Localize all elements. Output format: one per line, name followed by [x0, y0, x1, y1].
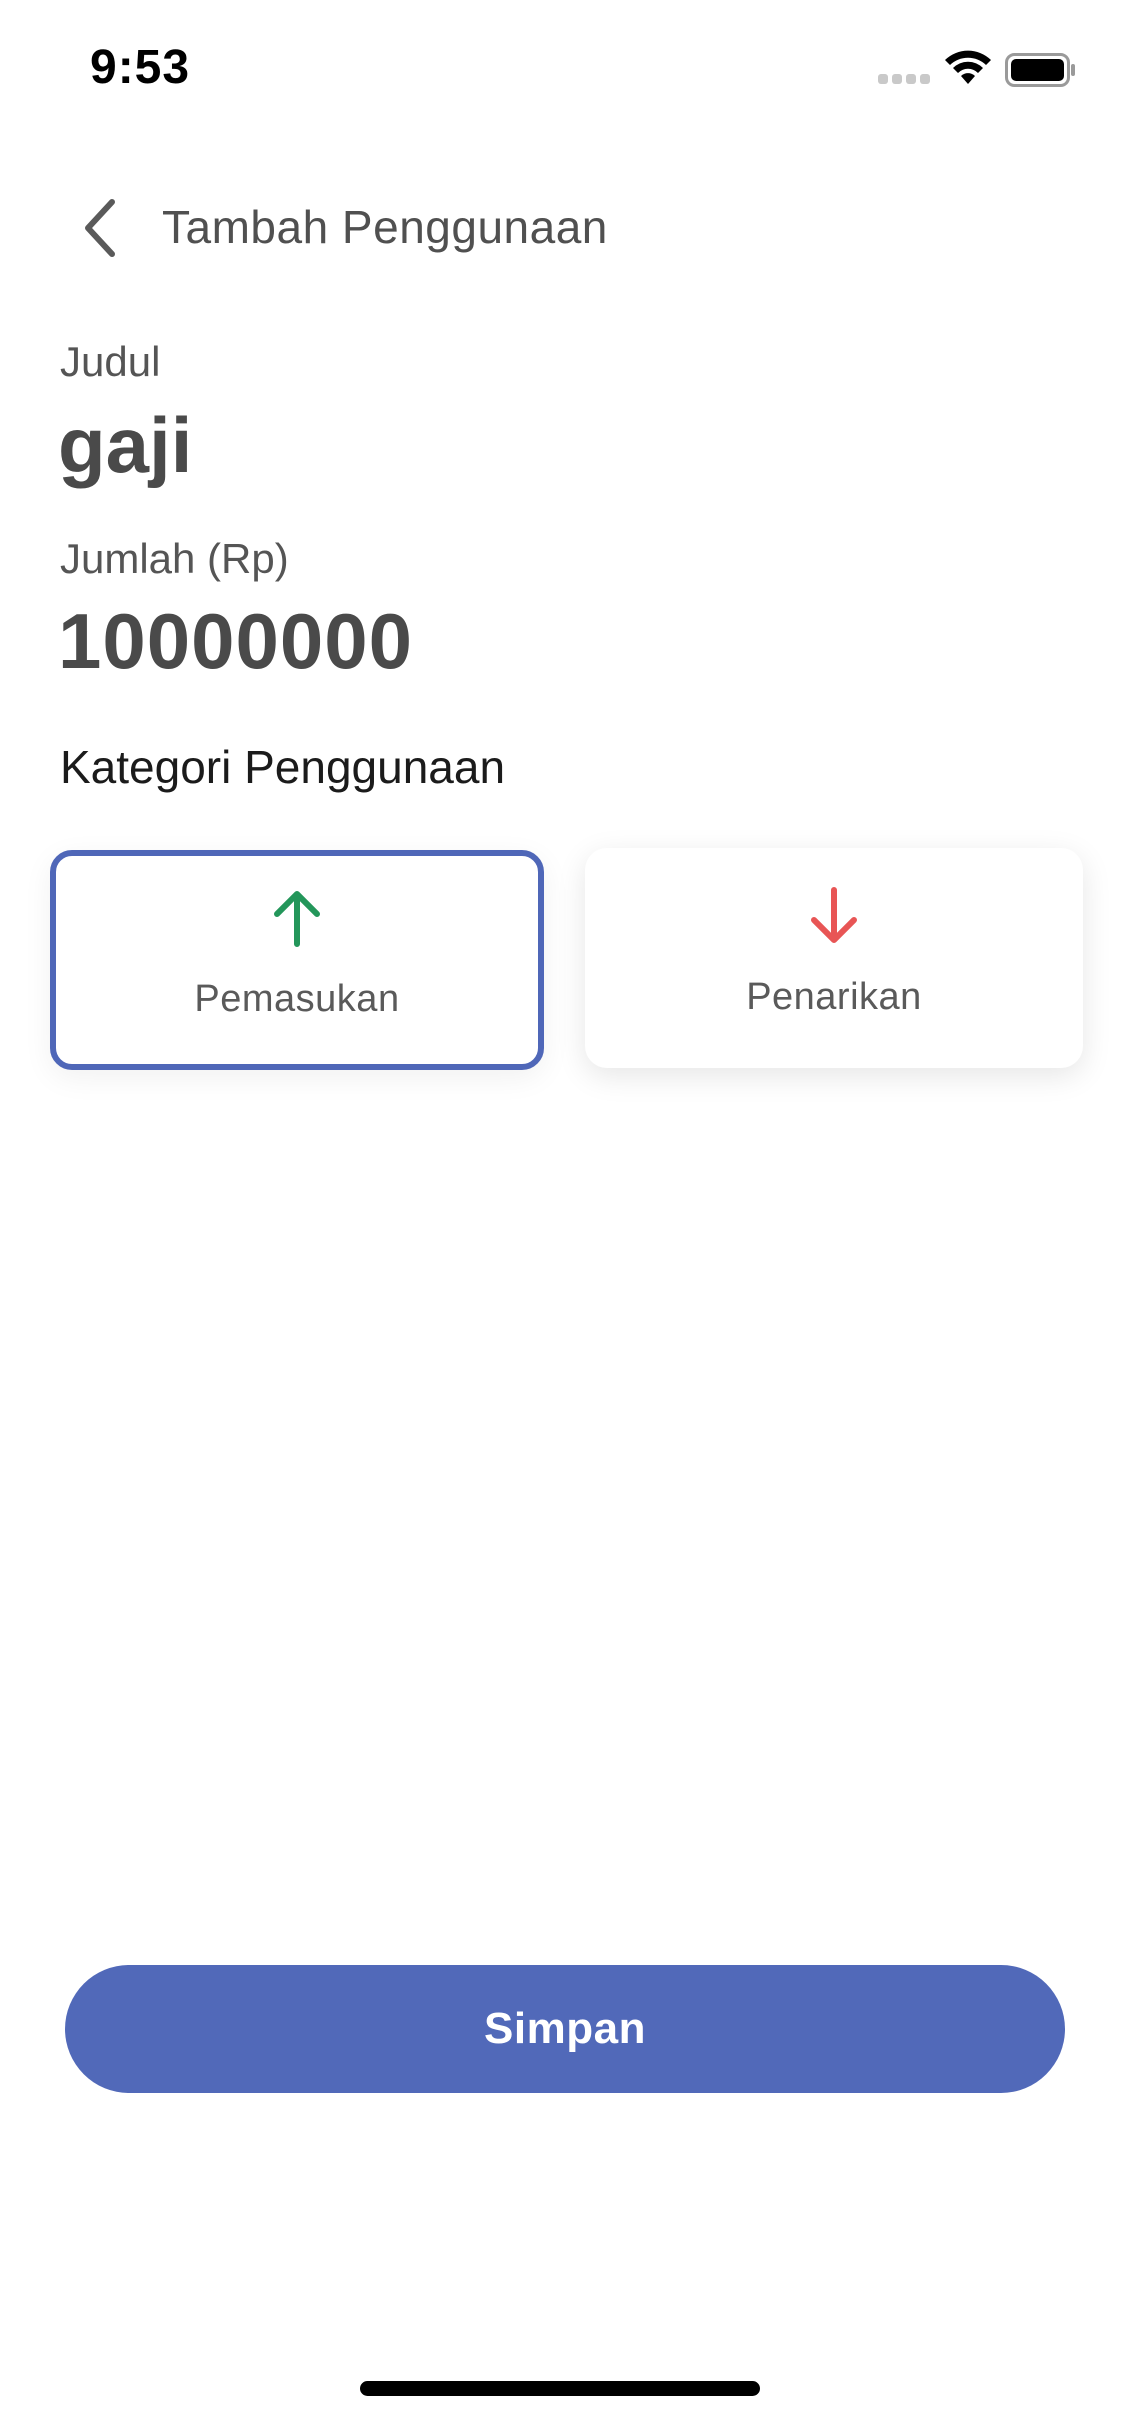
- category-option-penarikan[interactable]: Penarikan: [585, 848, 1083, 1068]
- screen: 9:53 Tambah Penggunaan Judul gaji Jumlah…: [0, 0, 1125, 2436]
- category-option-pemasukan[interactable]: Pemasukan: [50, 850, 544, 1070]
- chevron-left-icon[interactable]: [78, 196, 126, 260]
- jumlah-field[interactable]: 10000000: [58, 596, 413, 687]
- page-title: Tambah Penggunaan: [162, 201, 608, 253]
- home-indicator: [360, 2381, 760, 2396]
- judul-label: Judul: [60, 338, 161, 385]
- judul-field[interactable]: gaji: [58, 400, 192, 491]
- signal-dots-icon: [878, 74, 930, 84]
- arrow-up-icon: [274, 891, 320, 947]
- jumlah-label: Jumlah (Rp): [60, 535, 289, 582]
- wifi-icon: [945, 50, 991, 84]
- header: Tambah Penggunaan: [0, 180, 1125, 270]
- category-label-pemasukan: Pemasukan: [194, 978, 400, 1020]
- kategori-title: Kategori Penggunaan: [60, 741, 506, 793]
- battery-icon: [1005, 53, 1075, 87]
- category-label-penarikan: Penarikan: [746, 976, 922, 1018]
- status-time: 9:53: [90, 41, 191, 94]
- save-button[interactable]: Simpan: [65, 1965, 1065, 2093]
- arrow-down-icon: [811, 887, 857, 943]
- status-bar: 9:53: [0, 0, 1125, 140]
